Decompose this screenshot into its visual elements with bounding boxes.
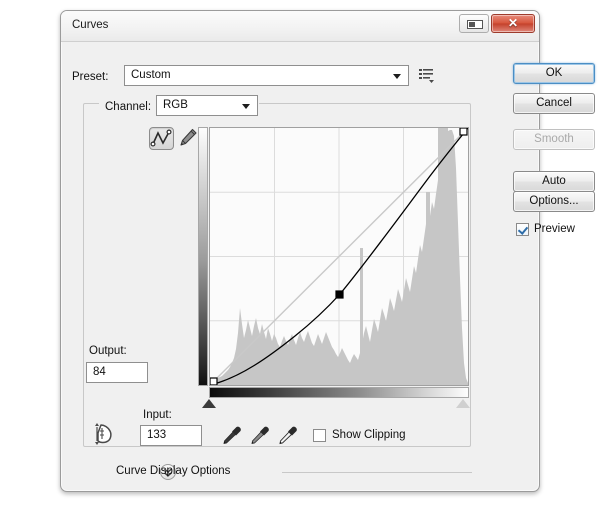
histogram-spike-highlight — [438, 128, 448, 385]
set-white-point-eyedropper[interactable] — [277, 424, 299, 446]
close-icon: ✕ — [507, 16, 519, 30]
options-button[interactable]: Options... — [513, 191, 595, 212]
curve-graph-svg — [210, 128, 468, 385]
output-value: 84 — [93, 366, 106, 378]
output-input[interactable]: 84 — [86, 362, 148, 383]
on-image-adjustment-icon — [95, 423, 112, 445]
ok-button[interactable]: OK — [513, 63, 595, 84]
channel-value: RGB — [163, 99, 188, 111]
preset-menu-button[interactable] — [419, 68, 435, 83]
eyedropper-black-icon — [223, 426, 241, 445]
curve-point-shadow — [210, 377, 218, 385]
white-point-slider[interactable] — [456, 399, 470, 408]
curve-edit-tool-button[interactable] — [149, 127, 174, 150]
preset-value: Custom — [131, 69, 171, 81]
dialog-title: Curves — [72, 19, 109, 31]
cancel-button[interactable]: Cancel — [513, 93, 595, 114]
chevron-down-icon — [242, 103, 250, 109]
curve-display-options-label: Curve Display Options — [116, 465, 231, 477]
pencil-icon — [180, 128, 197, 146]
panel-toggle-button[interactable] — [459, 14, 489, 33]
eyedropper-gray-icon — [251, 426, 269, 445]
pencil-tool-button[interactable] — [177, 127, 199, 150]
panel-toggle-icon — [467, 20, 483, 29]
curve-point-selected — [335, 290, 344, 299]
show-clipping-label: Show Clipping — [332, 429, 406, 441]
set-gray-point-eyedropper[interactable] — [249, 424, 271, 446]
input-value: 133 — [147, 429, 167, 441]
on-image-adjustment-button[interactable] — [89, 421, 115, 447]
channel-label: Channel: — [105, 101, 152, 113]
channel-dropdown[interactable]: RGB — [156, 95, 258, 116]
preset-dropdown[interactable]: Custom — [124, 65, 409, 86]
curves-dialog: Curves ✕ Preset: Custom Channel: RGB Out… — [60, 10, 595, 492]
output-gradient-bar — [198, 127, 208, 386]
input-input[interactable]: 133 — [140, 425, 202, 446]
curve-point-highlight — [459, 128, 468, 136]
preset-label: Preset: — [72, 71, 109, 83]
preview-checkbox[interactable] — [516, 223, 529, 236]
input-gradient-bar — [209, 387, 469, 398]
close-button[interactable]: ✕ — [491, 14, 535, 33]
curve-display-options-divider — [282, 472, 472, 473]
black-point-slider[interactable] — [202, 399, 216, 408]
curve-graph[interactable] — [209, 127, 469, 386]
show-clipping-checkbox[interactable] — [313, 429, 326, 442]
preset-menu-icon — [419, 69, 434, 83]
preview-label: Preview — [534, 223, 575, 235]
curve-edit-icon — [150, 129, 172, 147]
eyedropper-white-icon — [279, 426, 297, 445]
dialog-titlebar: Curves ✕ — [61, 11, 539, 42]
chevron-down-icon — [393, 73, 401, 79]
input-label: Input: — [143, 409, 172, 421]
histogram-spike-2 — [426, 192, 430, 385]
set-black-point-eyedropper[interactable] — [221, 424, 243, 446]
auto-button[interactable]: Auto — [513, 171, 595, 192]
output-label: Output: — [89, 345, 127, 357]
smooth-button[interactable]: Smooth — [513, 129, 595, 150]
